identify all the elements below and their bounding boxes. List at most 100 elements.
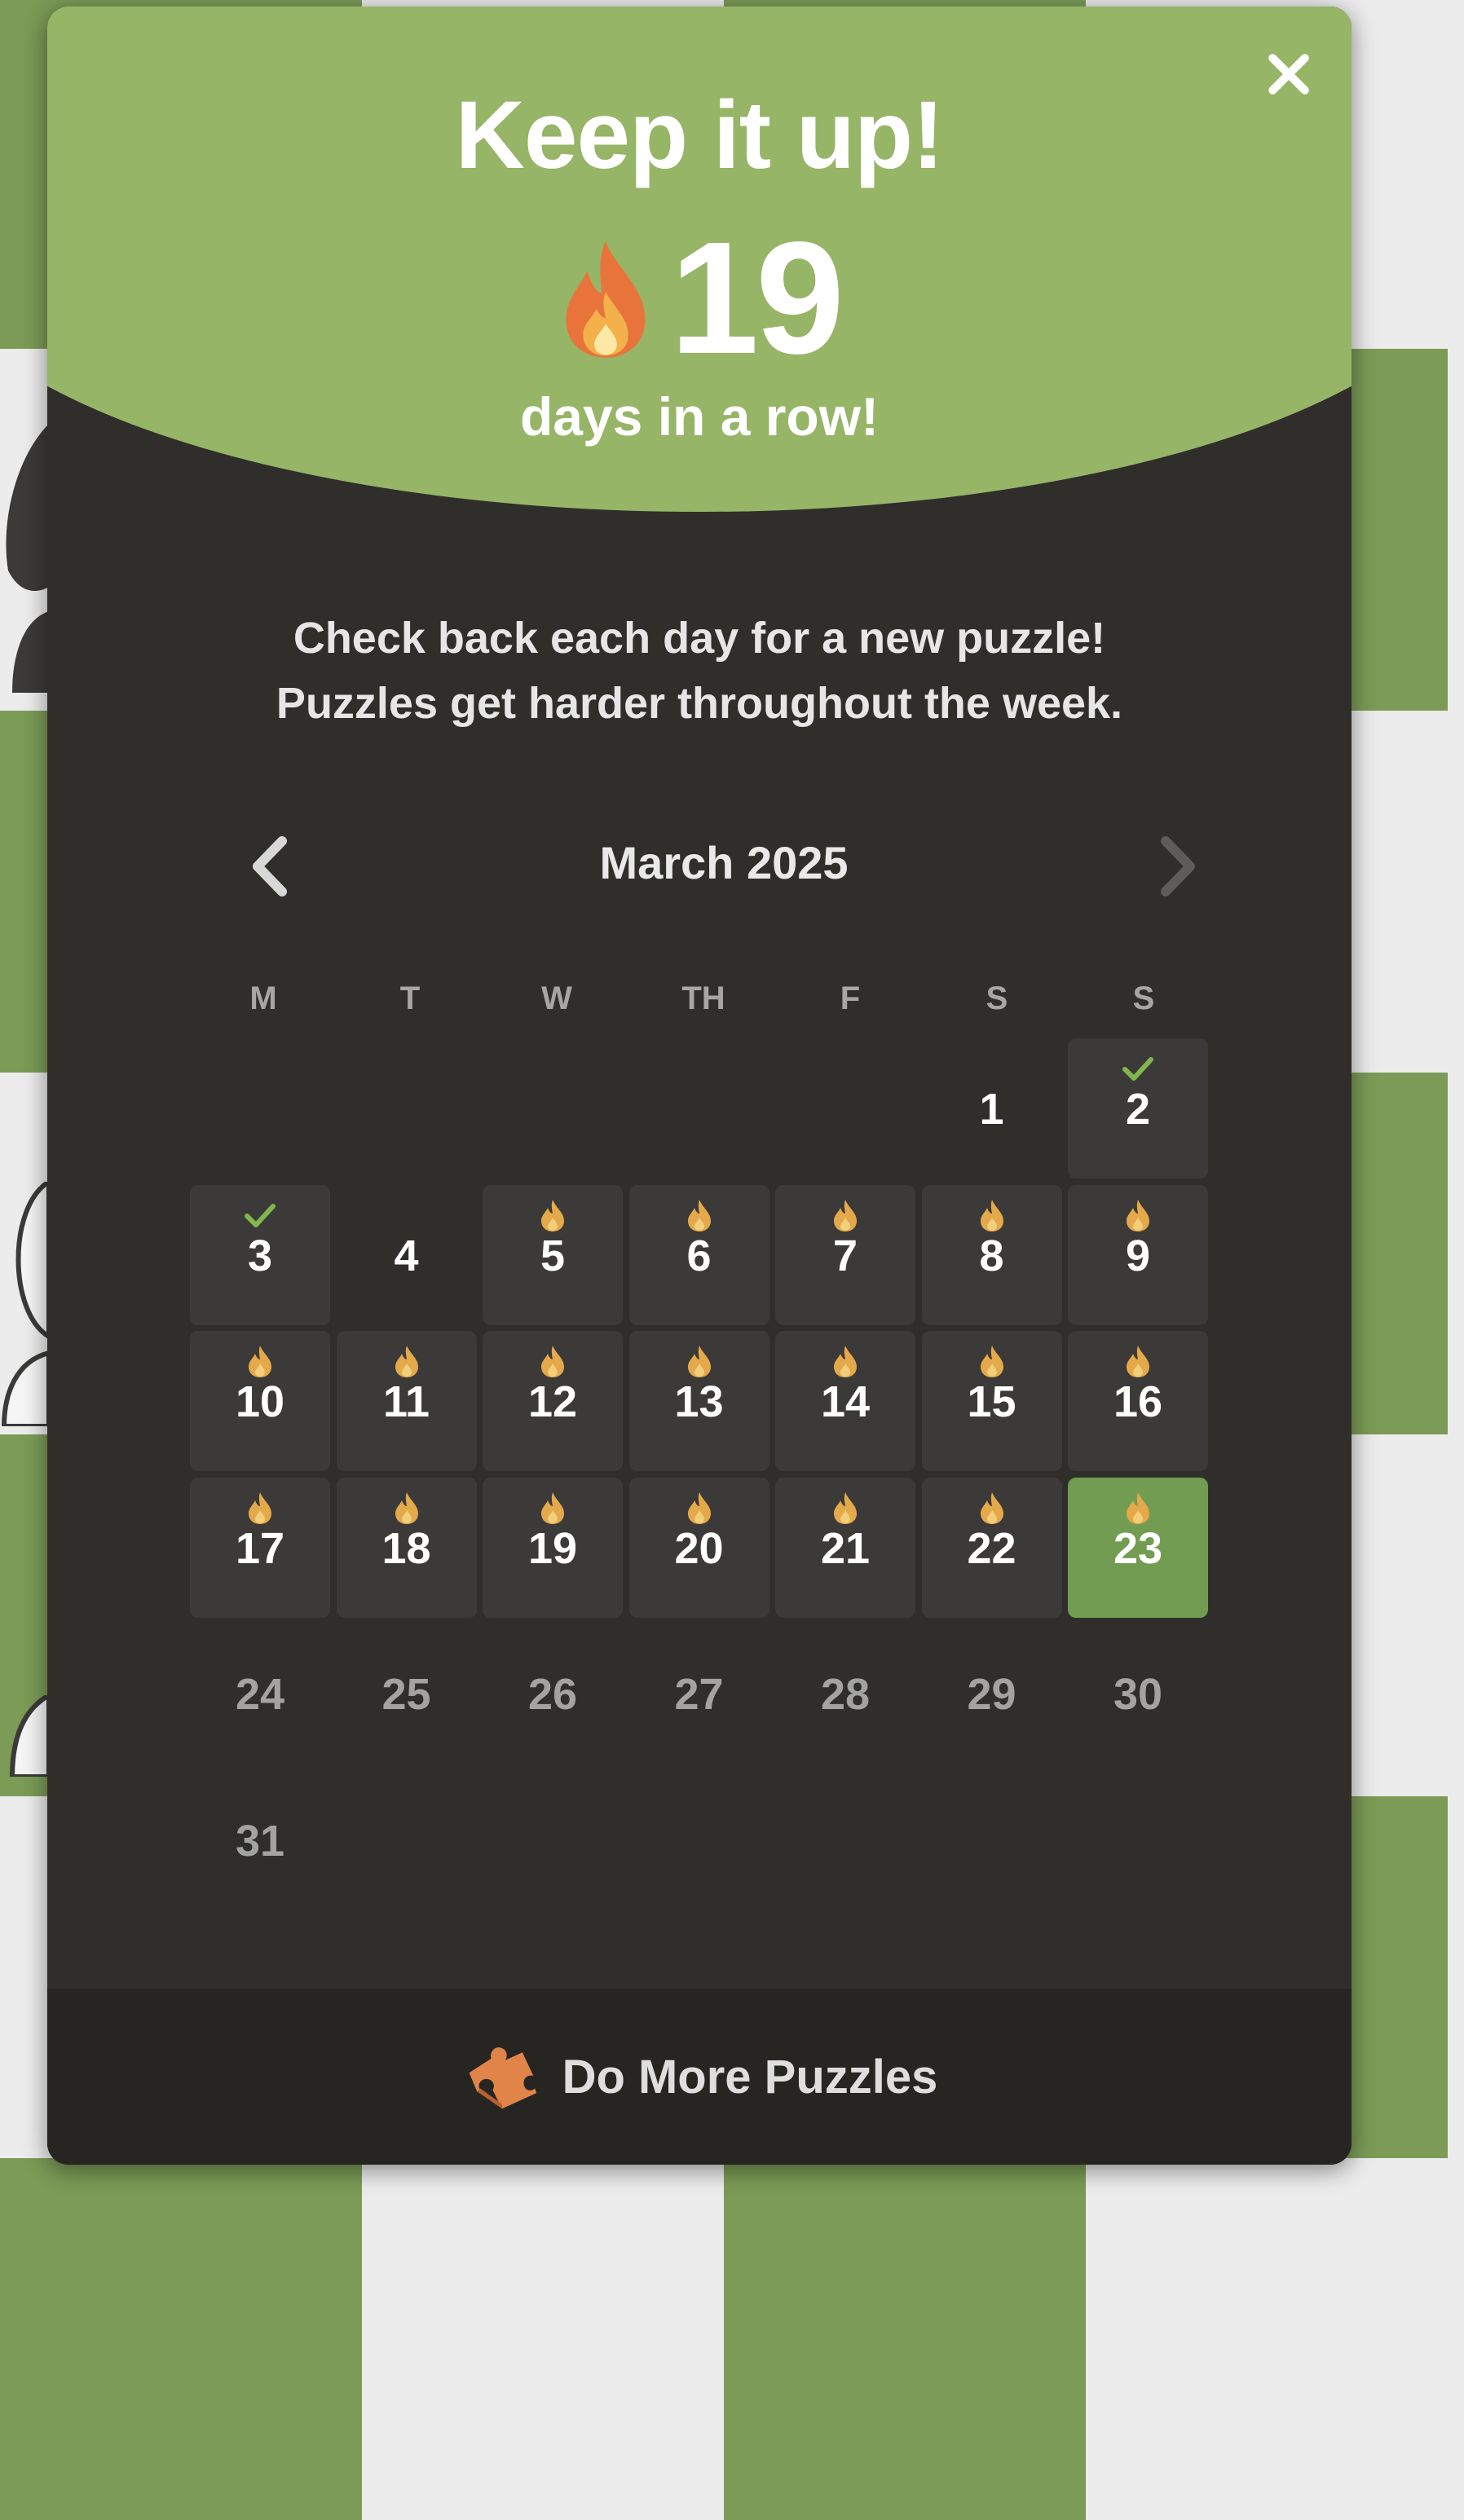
puzzle-piece-icon [469,2047,536,2109]
calendar-day-number: 4 [394,1231,419,1280]
flame-icon [687,1491,711,1524]
calendar-day[interactable]: 9 [1068,1184,1208,1325]
flame-icon [980,1491,1003,1524]
calendar-day: 28 [775,1623,915,1764]
calendar-day-number: 1 [979,1085,1004,1134]
streak-modal: Keep it up! 19 days in a row! Check back… [47,7,1352,2165]
calendar-day-today[interactable]: 23 [1068,1477,1208,1618]
calendar-day[interactable]: 17 [190,1477,330,1618]
weekday-label: T [399,980,421,1016]
flame-icon [395,1346,418,1377]
calendar-day[interactable]: 2 [1068,1038,1208,1178]
weekday-label: S [1132,980,1155,1016]
flame-icon [834,1346,857,1377]
weekday-label: TH [681,980,725,1016]
weekday-label: S [986,980,1008,1016]
calendar-day-number: 23 [1113,1523,1163,1573]
calendar-day[interactable]: 7 [775,1184,915,1325]
calendar-day[interactable]: 5 [483,1184,623,1325]
streak-subtitle: days in a row! [519,386,880,447]
weekday-header: M T W TH F S S [190,980,1217,1029]
calendar-day: 27 [629,1623,769,1764]
calendar-day-number: 25 [381,1670,431,1719]
calendar-day-number: 2 [1125,1085,1151,1134]
calendar-day[interactable]: 11 [336,1331,477,1471]
calendar-blank-cell [337,1038,477,1178]
calendar-day[interactable]: 4 [337,1185,477,1325]
flame-icon [541,1346,564,1377]
calendar-day[interactable]: 20 [628,1477,769,1618]
calendar-day-number: 21 [820,1523,871,1573]
calendar-day-number: 7 [832,1231,858,1280]
calendar-day-number: 29 [967,1670,1016,1719]
flame-icon [687,1199,711,1231]
calendar-day-number: 18 [381,1523,431,1573]
calendar-day-number: 16 [1113,1377,1163,1426]
calendar-day: 26 [483,1623,623,1764]
calendar-day-number: 6 [686,1231,712,1280]
calendar-day-number: 10 [235,1377,285,1426]
do-more-puzzles-button[interactable]: Do More Puzzles [47,1989,1352,2165]
calendar-day-number: 5 [540,1231,566,1280]
calendar-day: 24 [190,1623,330,1764]
chevron-right-icon[interactable] [1140,830,1213,903]
calendar-day[interactable]: 12 [483,1331,623,1471]
info-message: Check back each day for a new puzzle! Pu… [47,606,1352,736]
calendar-day[interactable]: 19 [483,1477,623,1618]
calendar-day-number: 13 [674,1377,724,1426]
calendar-day: 31 [190,1770,330,1910]
flame-icon [980,1346,1003,1377]
calendar-day-number: 22 [967,1523,1016,1573]
flame-icon [566,240,646,358]
flame-icon [395,1491,418,1524]
info-line-2: Puzzles get harder throughout the week. [276,679,1123,728]
calendar-day[interactable]: 22 [921,1477,1062,1618]
calendar-day-number: 3 [247,1231,273,1280]
flame-icon [541,1199,564,1231]
calendar-day: 30 [1068,1623,1208,1764]
calendar-grid: 1 2 3 4 5 6 7 8 9 10 11 12 13 14 15 16 17 18 19 20 21 22 23 24 2… [190,1038,1217,1910]
calendar-day[interactable]: 1 [922,1038,1062,1178]
flame-icon [249,1346,271,1377]
calendar-day[interactable]: 10 [190,1331,330,1471]
calendar-day-number: 24 [235,1670,285,1719]
flame-icon [249,1491,271,1524]
calendar-day-number: 12 [527,1377,578,1426]
streak-counter: 19 [47,218,1352,378]
flame-icon [687,1346,711,1377]
calendar-day[interactable]: 16 [1068,1331,1208,1471]
calendar-day: 29 [922,1623,1062,1764]
calendar-day[interactable]: 6 [628,1184,769,1325]
checkmark-icon [1122,1057,1153,1081]
weekday-label: M [249,980,277,1016]
calendar-day-number: 28 [820,1670,871,1719]
calendar-day-number: 27 [674,1670,724,1719]
calendar-day-number: 31 [235,1816,285,1866]
calendar-day[interactable]: 3 [190,1184,330,1325]
flame-icon [541,1491,564,1524]
calendar-day-number: 20 [674,1523,724,1573]
calendar-day[interactable]: 21 [775,1477,915,1618]
calendar-blank-cell [629,1038,769,1178]
calendar-blank-cell [483,1038,623,1178]
flame-icon [980,1199,1003,1231]
calendar-day[interactable]: 8 [921,1184,1062,1325]
flame-icon [834,1491,857,1524]
calendar-navigation: March 2025 [235,830,1213,903]
modal-title: Keep it up! [455,82,945,189]
streak-count: 19 [669,209,844,387]
calendar-day-number: 26 [527,1670,578,1719]
do-more-puzzles-label: Do More Puzzles [562,2050,938,2104]
calendar-day[interactable]: 13 [628,1331,769,1471]
calendar-day: 25 [337,1623,477,1764]
flame-icon [834,1199,857,1231]
calendar-day[interactable]: 18 [336,1477,477,1618]
calendar-day[interactable]: 15 [921,1331,1062,1471]
calendar-day-number: 8 [979,1231,1004,1280]
chess-piece-icon [6,424,49,693]
flame-icon [1127,1491,1149,1524]
calendar-day[interactable]: 14 [775,1331,915,1471]
flame-icon [1127,1346,1149,1377]
calendar-day-number: 17 [235,1523,285,1573]
chevron-left-icon[interactable] [235,830,308,903]
